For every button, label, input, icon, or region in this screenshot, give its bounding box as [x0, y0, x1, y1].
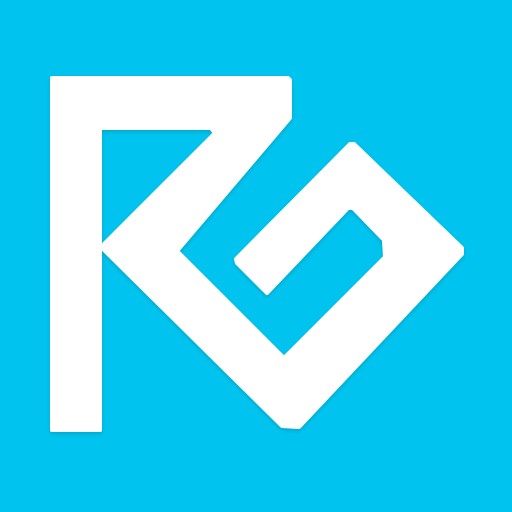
app-icon: [0, 0, 512, 512]
r-letterform: [50, 76, 464, 432]
rg-monogram-logo-icon: [50, 76, 464, 432]
